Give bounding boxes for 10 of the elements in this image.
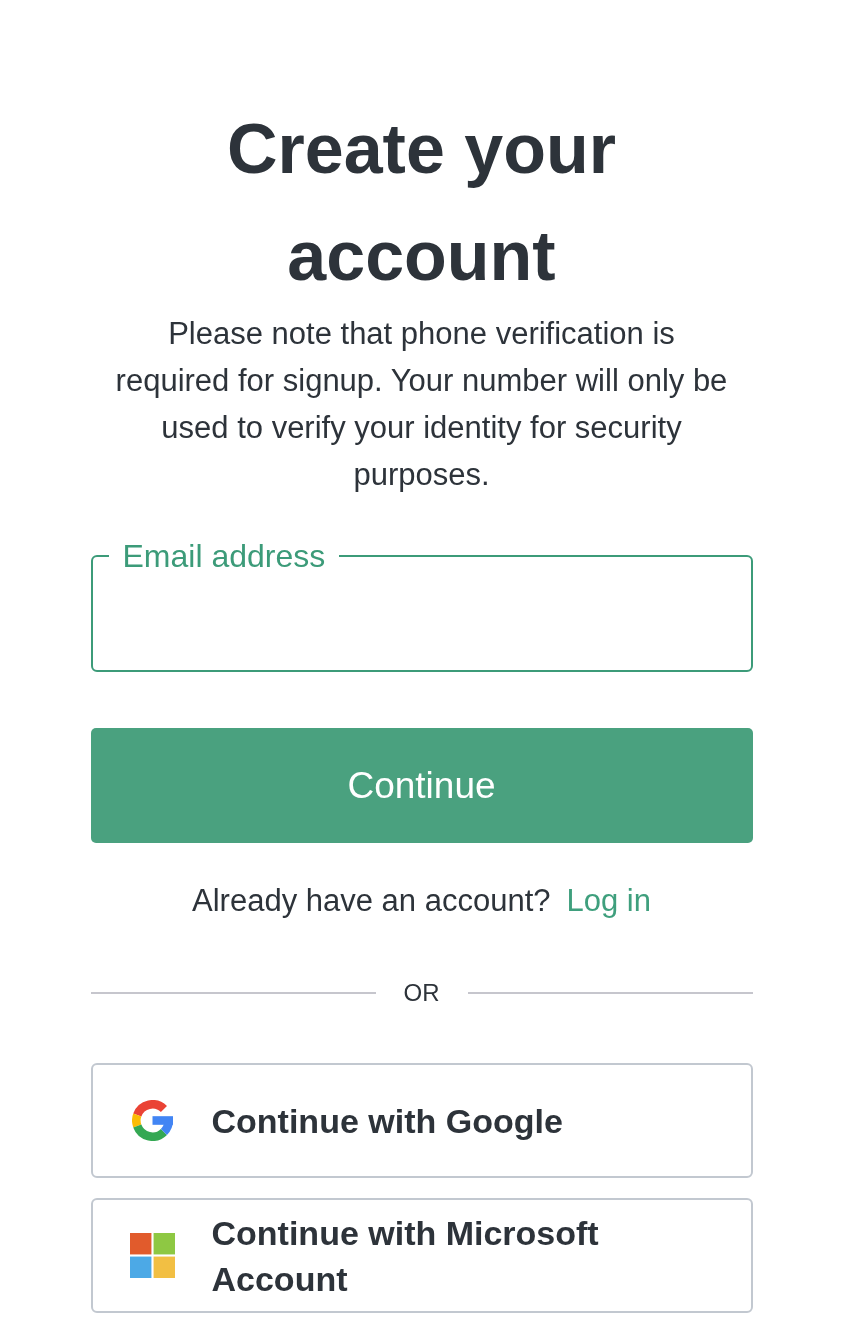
page-title: Create your account [225,109,617,297]
google-sign-in-button[interactable]: Continue with Google [90,1063,753,1178]
account-prompt: Already have an account? [192,882,551,920]
login-link[interactable]: Log in [566,881,651,921]
continue-button[interactable]: Continue [90,728,753,843]
google-logo-icon [131,1100,173,1141]
microsoft-sign-in-button[interactable]: Continue with Microsoft Account [90,1198,753,1313]
divider-label: OR [403,978,440,1008]
microsoft-logo-icon [129,1233,175,1278]
phone-verification-notice: Please note that phone verification is required for signup. Your number will only be used to verify your identity for security purposes. [114,315,729,494]
